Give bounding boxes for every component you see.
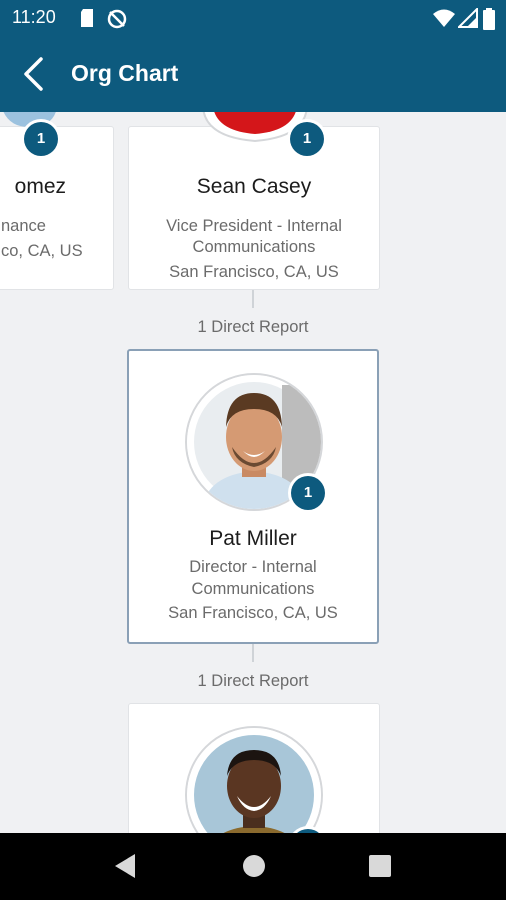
employee-name: Sean Casey [196,175,312,198]
employee-name: omez [14,175,66,198]
nav-back-button[interactable] [113,853,137,884]
employee-location: San Francisco, CA, US [168,604,338,622]
back-arrow-icon [24,57,43,91]
employee-location: co, CA, US [1,242,83,260]
employee-location: San Francisco, CA, US [169,263,339,281]
nav-back-icon [115,854,135,878]
status-bar: 11:20 [0,0,506,36]
direct-report-label[interactable]: 1 Direct Report [0,672,506,691]
employee-name: Pat Miller [209,527,297,550]
employee-card-sean-casey[interactable]: 1 Sean Casey Vice President - Internal C… [128,112,380,290]
sd-card-icon [78,8,96,33]
wifi-icon [432,8,456,33]
back-button[interactable] [16,54,56,94]
employee-title: nance [1,217,46,235]
employee-title-continued: Communications [192,238,316,256]
battery-icon [483,8,495,35]
page-title: Org Chart [71,60,179,86]
status-time: 11:20 [12,7,56,27]
connector-line [252,644,254,662]
org-chart-canvas[interactable]: 1 omez nance co, CA, US 1 Sean Casey Vic… [0,112,506,833]
direct-report-label[interactable]: 1 Direct Report [0,318,506,337]
connector-line [252,290,254,308]
employee-title: Director - Internal [189,558,317,576]
employee-card-left[interactable]: 1 omez nance co, CA, US [0,112,114,290]
employee-title: Vice President - Internal [166,217,342,235]
direct-report-count-badge: 1 [24,122,58,156]
employee-card-pat-miller[interactable]: 1 Pat Miller Director - Internal Communi… [127,349,379,644]
employee-title-continued: Communications [191,580,315,598]
direct-report-count-badge: 1 [291,476,325,510]
app-bar: Org Chart [0,36,506,112]
direct-report-count-badge: 1 [290,122,324,156]
nav-recents-icon [369,855,391,877]
employee-avatar [185,726,323,833]
signal-icon [456,6,478,33]
no-sync-icon [106,8,128,35]
system-navigation-bar [0,833,506,900]
nav-home-icon [243,855,265,877]
nav-home-button[interactable] [242,854,266,883]
employee-card-bottom[interactable]: 1 [128,703,380,833]
nav-recents-button[interactable] [369,855,391,882]
